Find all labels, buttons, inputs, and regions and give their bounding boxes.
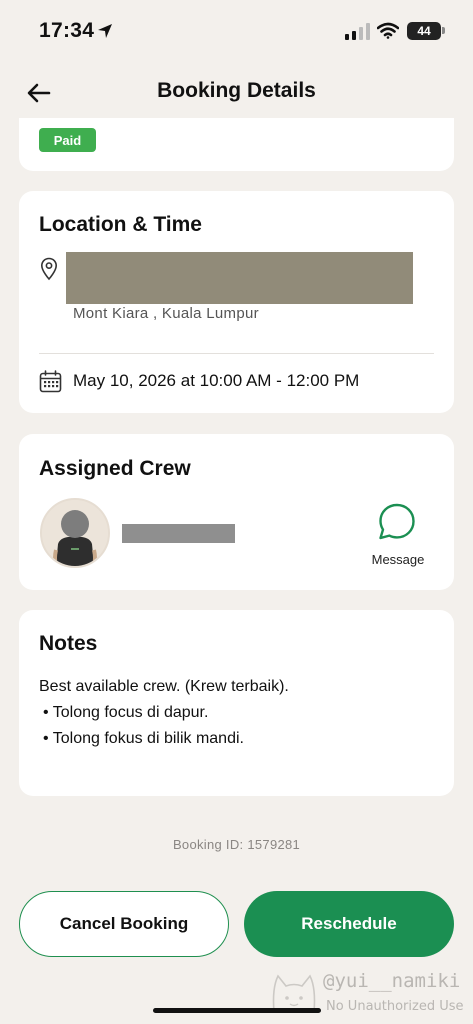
assigned-crew-card: Assigned Crew Message xyxy=(19,434,454,590)
home-indicator[interactable] xyxy=(153,1008,321,1013)
location-time-title: Location & Time xyxy=(39,213,202,236)
address-redacted xyxy=(66,252,413,304)
page-title: Booking Details xyxy=(157,79,316,102)
notes-title: Notes xyxy=(39,632,98,655)
watermark-notice: No Unauthorized Use xyxy=(326,999,464,1014)
watermark-handle: @yui__namiki xyxy=(323,970,461,992)
notes-line: • Tolong focus di dapur. xyxy=(43,704,209,721)
status-bar: 17:34 44 xyxy=(0,0,473,62)
crew-name-redacted xyxy=(122,524,235,543)
booking-id: Booking ID: 1579281 xyxy=(172,837,301,852)
assigned-crew-title: Assigned Crew xyxy=(39,457,191,480)
reschedule-button[interactable]: Reschedule xyxy=(244,891,454,957)
map-pin-icon xyxy=(40,257,58,281)
header: Booking Details xyxy=(0,62,473,124)
battery-cap xyxy=(442,27,445,34)
calendar-icon xyxy=(39,370,62,393)
notes-card: Notes Best available crew. (Krew terbaik… xyxy=(19,610,454,796)
wifi-icon xyxy=(377,22,399,39)
location-arrow-icon xyxy=(98,24,112,38)
crew-photo xyxy=(42,500,108,566)
status-time: 17:34 xyxy=(39,19,95,42)
booking-datetime: May 10, 2026 at 10:00 AM - 12:00 PM xyxy=(73,371,360,390)
location-time-card: Location & Time Mont Kiara , Kuala Lumpu… xyxy=(19,191,454,413)
message-label: Message xyxy=(371,552,425,567)
signal-icon xyxy=(345,23,370,40)
crew-avatar[interactable] xyxy=(40,498,110,568)
notes-line: Best available crew. (Krew terbaik). xyxy=(39,678,289,695)
address-area: Mont Kiara , Kuala Lumpur xyxy=(73,305,259,322)
divider xyxy=(39,353,434,354)
cancel-booking-button[interactable]: Cancel Booking xyxy=(19,891,229,957)
payment-card: Paid xyxy=(19,118,454,171)
chat-bubble-icon xyxy=(379,503,415,540)
battery-indicator: 44 xyxy=(407,22,441,40)
notes-line: • Tolong fokus di bilik mandi. xyxy=(43,730,244,747)
message-button[interactable]: Message xyxy=(367,502,429,574)
paid-badge: Paid xyxy=(39,128,96,152)
